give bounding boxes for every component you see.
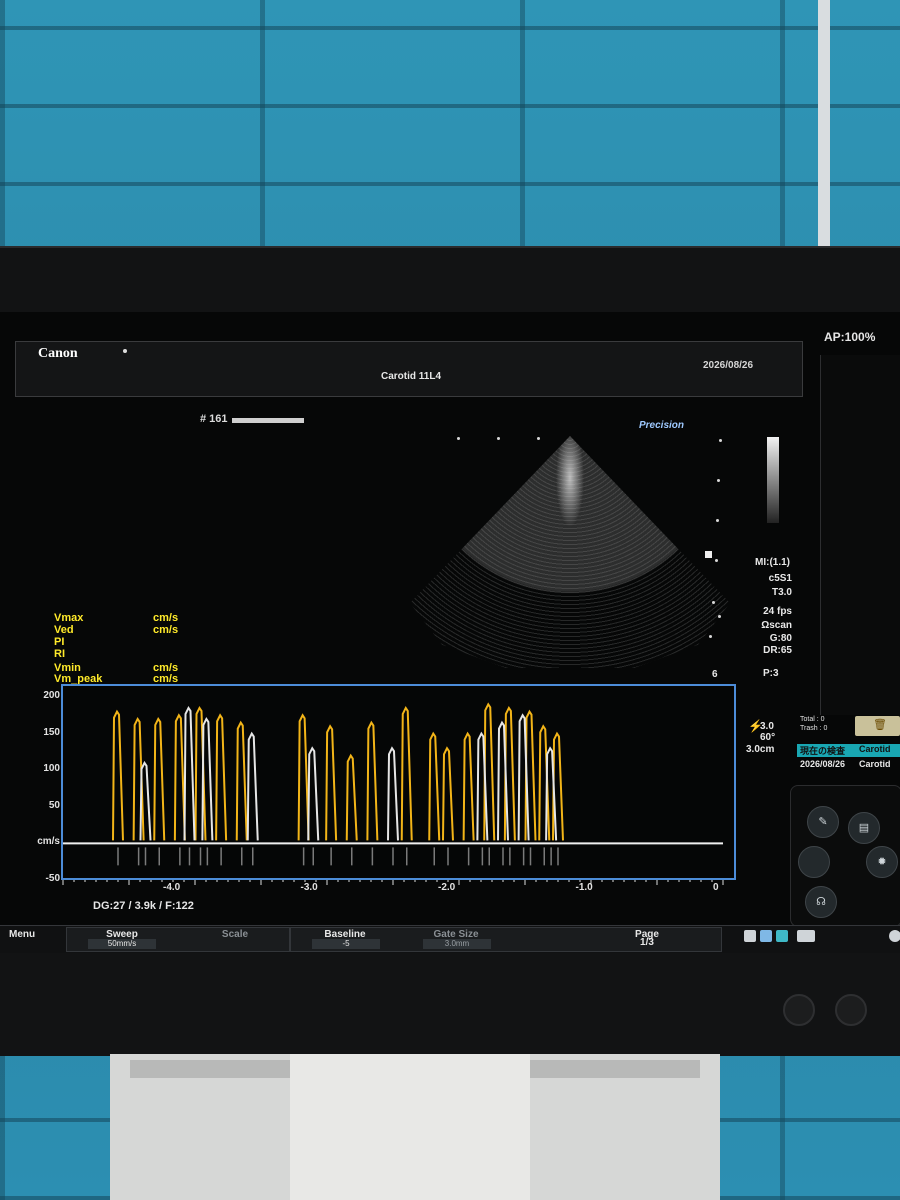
doppler-param: 3.0 <box>760 721 774 732</box>
spectrum-peak-series-0 <box>173 713 186 841</box>
x-tick-label: -2.0 <box>438 882 456 893</box>
x-tick-label: -1.0 <box>575 882 593 893</box>
y-tick-label: 200 <box>43 690 60 701</box>
patient-row-current[interactable]: 現在の検査 Carotid <box>797 744 900 757</box>
total-count: Total : 0 <box>800 716 825 723</box>
image-count: Total : 0 Trash : 0 <box>800 715 827 733</box>
spectrum-peak-series-0 <box>215 713 228 841</box>
spectrum-peak-series-1 <box>183 705 196 841</box>
probe-icon-button[interactable]: ✎ <box>807 806 839 838</box>
baseline-value[interactable]: -5 <box>312 939 380 949</box>
bodymark-icon-button[interactable]: ☊ <box>805 886 837 918</box>
spectrum-peak-series-1 <box>139 760 152 841</box>
patient-row-history[interactable]: 2026/08/26 Carotid <box>797 759 900 772</box>
spectrum-peak-series-0 <box>345 753 358 841</box>
trash-button[interactable]: 🗑 <box>855 716 900 736</box>
spectrum-peak-series-0 <box>366 720 379 841</box>
patient-row-date: 現在の検査 <box>800 746 846 756</box>
y-tick-label: cm/s <box>37 836 60 848</box>
patient-row-name: Carotid <box>859 744 891 754</box>
menu-button[interactable]: Menu <box>9 929 35 940</box>
doppler-spectrum-chart <box>62 702 724 885</box>
usb-icon[interactable] <box>760 930 772 942</box>
doppler-gate-status: DG:27 / 3.9k / F:122 <box>93 900 194 912</box>
stand-neck <box>290 1054 530 1200</box>
y-tick-label: 150 <box>43 726 60 738</box>
spectrum-peak-series-0 <box>442 746 454 841</box>
x-tick-label: -4.0 <box>163 882 181 893</box>
spectrum-peak-series-0 <box>400 705 413 841</box>
camera-icon[interactable] <box>744 930 756 942</box>
spectrum-peak-series-0 <box>112 709 124 841</box>
spectrum-peak-series-1 <box>307 746 320 841</box>
doppler-param: 60° <box>760 732 776 743</box>
trash-count: Trash : 0 <box>800 725 828 732</box>
monitor-button-2[interactable] <box>835 994 867 1026</box>
spectrum-peak-series-1 <box>201 716 214 841</box>
spectrum-peak-series-0 <box>428 731 441 841</box>
spectrum-peak-series-0 <box>297 713 310 841</box>
gear-icon-button[interactable]: ✹ <box>866 846 898 878</box>
x-tick-label: -3.0 <box>300 882 318 893</box>
x-tick-label: 0 <box>713 882 719 893</box>
y-tick-label: -50 <box>45 873 60 884</box>
trash-icon: 🗑 <box>873 719 887 731</box>
spectrum-peak-series-0 <box>462 731 475 841</box>
network-icon[interactable] <box>889 930 900 942</box>
sweep-value[interactable]: 50mm/s <box>88 939 156 949</box>
spectrum-peak-series-0 <box>235 720 248 841</box>
pacs-icon[interactable] <box>797 930 815 942</box>
printer-icon[interactable] <box>776 930 788 942</box>
spectrum-peak-series-0 <box>153 716 166 841</box>
patient-row-name: Carotid <box>859 759 891 769</box>
page-value[interactable]: 1/3 <box>602 937 692 948</box>
y-tick-label: 50 <box>48 799 60 811</box>
spectrum-peak-series-1 <box>387 746 399 841</box>
doppler-param: 3.0cm <box>746 744 775 755</box>
y-tick-label: 100 <box>43 763 60 775</box>
spectrum-peak-series-1 <box>246 731 259 841</box>
scale-title[interactable]: Scale <box>190 929 280 940</box>
spectrum-peak-series-0 <box>325 724 338 841</box>
monitor-button-1[interactable] <box>783 994 815 1026</box>
preset-icon-button[interactable]: ▤ <box>848 812 880 844</box>
round-button-left[interactable] <box>798 846 830 878</box>
gate-size-value[interactable]: 3.0mm <box>423 939 491 949</box>
side-panel <box>820 355 900 715</box>
patient-row-date: 2026/08/26 <box>800 759 846 769</box>
